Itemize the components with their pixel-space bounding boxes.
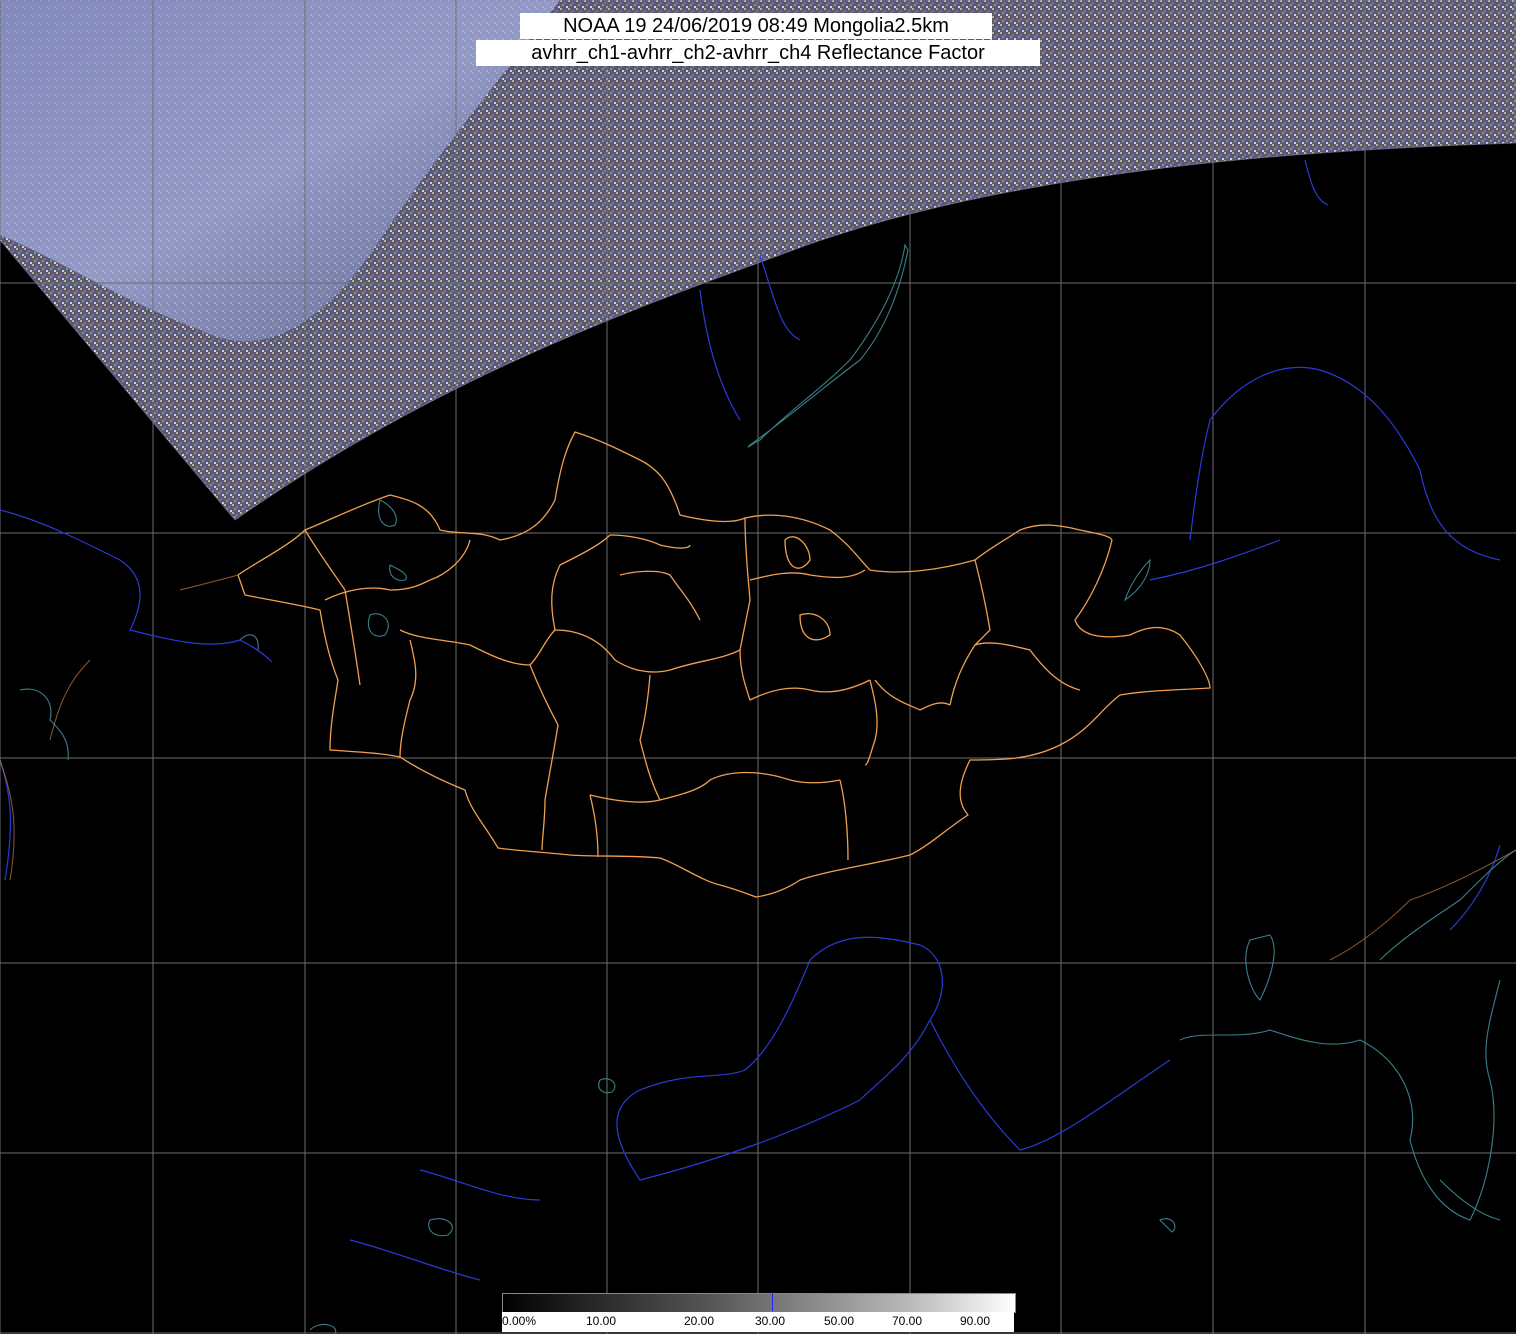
colorbar-label: 30.00 (755, 1314, 786, 1328)
map-view: NOAA 19 24/06/2019 08:49 Mongolia2.5km a… (0, 0, 1516, 1334)
colorbar-label: 0.00% (502, 1314, 537, 1328)
map-canvas (0, 0, 1516, 1334)
colorbar-marker (772, 1293, 773, 1311)
title-line-2: avhrr_ch1-avhrr_ch2-avhrr_ch4 Reflectanc… (476, 40, 1040, 66)
colorbar-label: 20.00 (684, 1314, 715, 1328)
colorbar-label: 10.00 (586, 1314, 617, 1328)
colorbar-label: 50.00 (824, 1314, 855, 1328)
colorbar-label: 70.00 (892, 1314, 923, 1328)
colorbar (502, 1293, 1016, 1313)
colorbar-labels: 0.00% 10.00 20.00 30.00 50.00 70.00 90.0… (502, 1312, 1014, 1332)
colorbar-label: 90.00 (960, 1314, 991, 1328)
title-line-1: NOAA 19 24/06/2019 08:49 Mongolia2.5km (520, 13, 992, 39)
